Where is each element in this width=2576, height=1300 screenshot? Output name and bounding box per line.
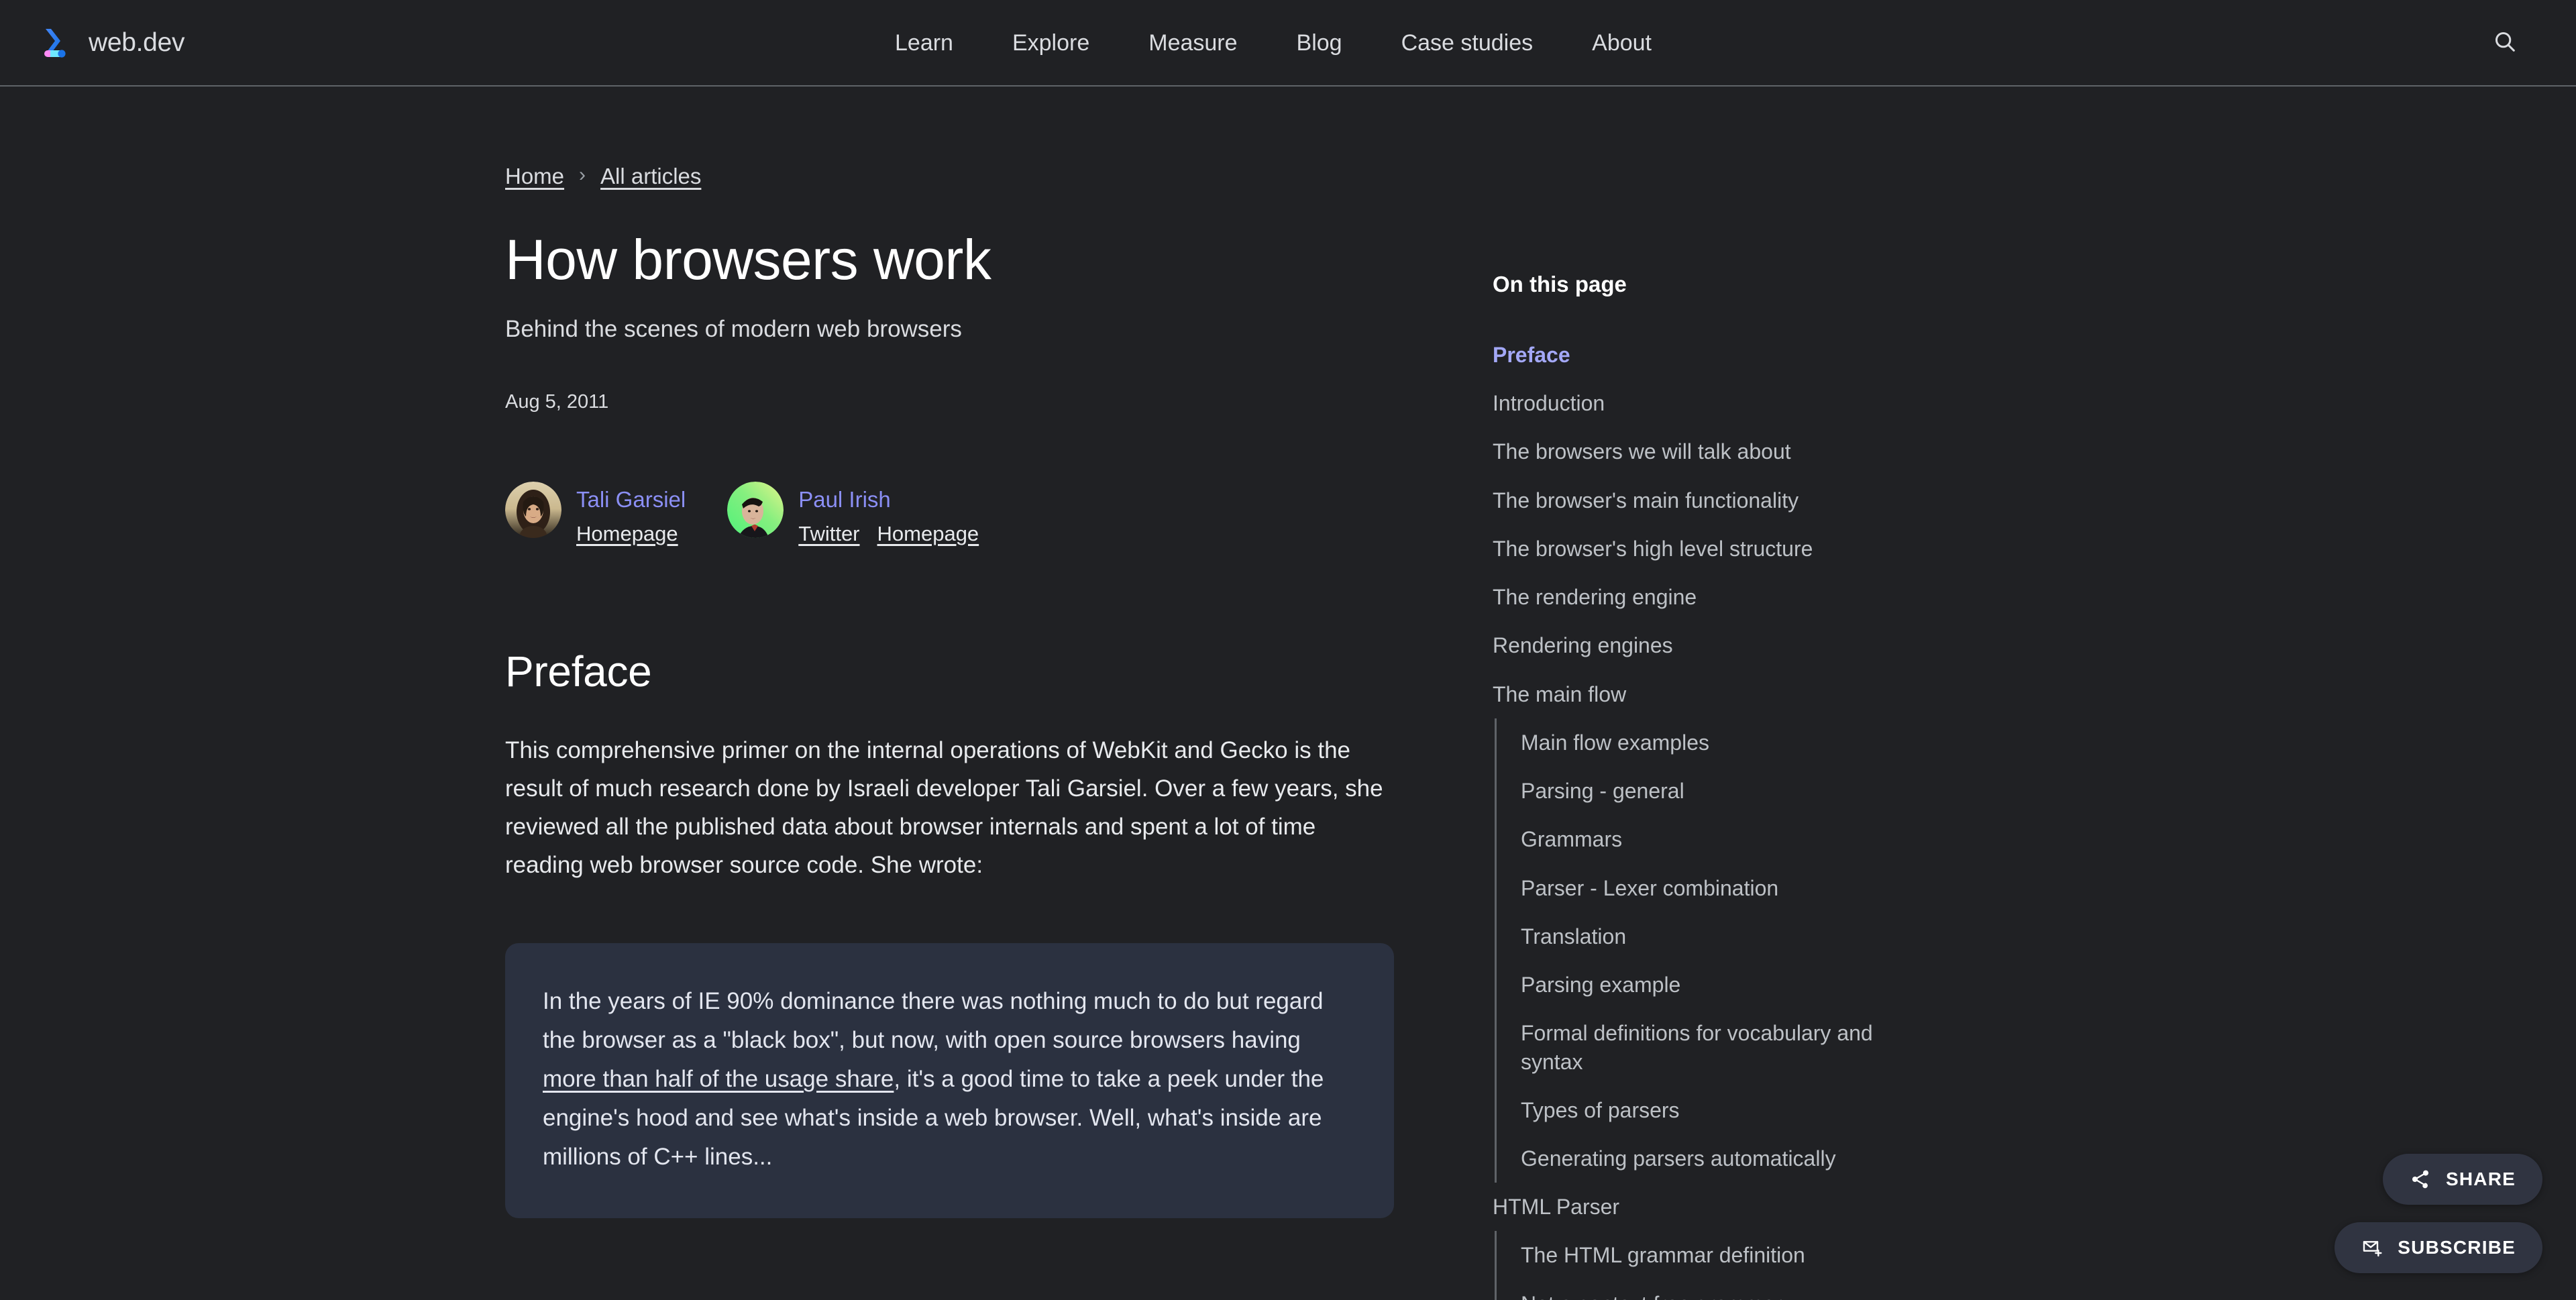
authors-list: Tali Garsiel Homepage Paul Irish Twitter… (505, 481, 1397, 546)
list-item: The browser's main functionality (1493, 476, 1922, 525)
toc-link-parser-lexer-combination[interactable]: Parser - Lexer combination (1521, 864, 1922, 912)
article-subtitle: Behind the scenes of modern web browsers (505, 315, 962, 342)
toc-sublist-main-flow: Main flow examples Parsing - general Gra… (1495, 718, 1922, 1183)
brand-home-link[interactable]: web.dev (38, 25, 184, 61)
list-item: Main flow examples (1521, 718, 1922, 767)
breadcrumb-item-all-articles[interactable]: All articles (600, 164, 701, 189)
toc-list: Preface Introduction The browsers we wil… (1493, 331, 1922, 1300)
preface-paragraph: This comprehensive primer on the interna… (505, 737, 1383, 878)
author-card: Tali Garsiel Homepage (505, 481, 686, 546)
webdev-logo-icon (38, 25, 74, 61)
toc-link-browsers-high-level-structure[interactable]: The browser's high level structure (1493, 525, 1922, 573)
avatar-tali-garsiel (505, 481, 561, 538)
list-item: Parsing example (1521, 961, 1922, 1009)
toc-link-not-a-context-free-grammar[interactable]: Not a context free grammar (1521, 1280, 1922, 1300)
avatar-paul-irish (727, 481, 784, 538)
list-item: The HTML grammar definition (1521, 1231, 1922, 1279)
floating-actions: SHARE SUBSCRIBE (2334, 1154, 2542, 1273)
list-item: Rendering engines (1493, 621, 1922, 669)
toc-link-introduction[interactable]: Introduction (1493, 379, 1922, 427)
list-item: The rendering engine (1493, 573, 1922, 621)
share-button-label: SHARE (2445, 1169, 2516, 1189)
toc-link-rendering-engines[interactable]: Rendering engines (1493, 621, 1922, 669)
list-item: Parsing - general (1521, 767, 1922, 815)
page-title: How browsers work (505, 228, 991, 291)
author-homepage-link[interactable]: Homepage (877, 522, 979, 546)
author-name-link[interactable]: Paul Irish (798, 487, 979, 512)
author-card: Paul Irish Twitter Homepage (727, 481, 979, 546)
search-icon (2492, 29, 2518, 56)
breadcrumb: Home › All articles (505, 164, 1397, 189)
list-item: Not a context free grammar (1521, 1280, 1922, 1300)
toc-link-parsing-general[interactable]: Parsing - general (1521, 767, 1922, 815)
toc-title: On this page (1493, 272, 1627, 296)
list-item: Translation (1521, 912, 1922, 961)
author-links: Homepage (576, 522, 686, 546)
quote-text: In the years of IE 90% dominance there w… (543, 982, 1356, 1177)
email-add-icon (2361, 1237, 2383, 1258)
site-header: web.dev Learn Explore Measure Blog Case … (0, 0, 2576, 87)
list-item: HTML Parser The HTML grammar definition … (1493, 1183, 1922, 1300)
toc-sublist-html-parser: The HTML grammar definition Not a contex… (1495, 1231, 1922, 1300)
share-icon (2410, 1169, 2431, 1190)
toc-link-parsing-example[interactable]: Parsing example (1521, 961, 1922, 1009)
pull-quote: In the years of IE 90% dominance there w… (505, 942, 1394, 1219)
section-heading-preface: Preface (505, 647, 652, 696)
search-button[interactable] (2479, 17, 2530, 68)
main-nav: Learn Explore Measure Blog Case studies … (865, 0, 1681, 87)
author-name-link[interactable]: Tali Garsiel (576, 487, 686, 512)
nav-item-blog[interactable]: Blog (1267, 30, 1372, 56)
article-column: Home › All articles How browsers work Be… (505, 87, 1397, 1300)
article-date: Aug 5, 2011 (505, 390, 609, 413)
subscribe-button-label: SUBSCRIBE (2398, 1237, 2516, 1258)
toc-link-browsers-main-functionality[interactable]: The browser's main functionality (1493, 476, 1922, 525)
list-item: Introduction (1493, 379, 1922, 427)
author-info: Tali Garsiel Homepage (576, 482, 686, 546)
author-homepage-link[interactable]: Homepage (576, 522, 678, 546)
list-item: The main flow Main flow examples Parsing… (1493, 670, 1922, 1183)
nav-item-case-studies[interactable]: Case studies (1372, 30, 1563, 56)
list-item: Types of parsers (1521, 1086, 1922, 1134)
toc-link-main-flow-examples[interactable]: Main flow examples (1521, 718, 1922, 767)
toc-link-generating-parsers-automatically[interactable]: Generating parsers automatically (1521, 1134, 1922, 1183)
toc-link-html-grammar-definition[interactable]: The HTML grammar definition (1521, 1231, 1922, 1279)
toc-link-html-parser[interactable]: HTML Parser (1493, 1183, 1922, 1231)
toc-link-the-main-flow[interactable]: The main flow (1493, 670, 1922, 718)
toc-link-translation[interactable]: Translation (1521, 912, 1922, 961)
list-item: The browser's high level structure (1493, 525, 1922, 573)
nav-item-learn[interactable]: Learn (865, 30, 983, 56)
list-item: Parser - Lexer combination (1521, 864, 1922, 912)
toc-link-formal-definitions[interactable]: Formal definitions for vocabulary and sy… (1521, 1009, 1922, 1085)
share-button[interactable]: SHARE (2382, 1154, 2542, 1205)
list-item: Generating parsers automatically (1521, 1134, 1922, 1183)
toc-link-grammars[interactable]: Grammars (1521, 815, 1922, 863)
subscribe-button[interactable]: SUBSCRIBE (2334, 1222, 2542, 1273)
list-item: Formal definitions for vocabulary and sy… (1521, 1009, 1922, 1085)
toc-link-types-of-parsers[interactable]: Types of parsers (1521, 1086, 1922, 1134)
author-links: Twitter Homepage (798, 522, 979, 546)
breadcrumb-item-home[interactable]: Home (505, 164, 564, 189)
nav-item-about[interactable]: About (1562, 30, 1681, 56)
author-info: Paul Irish Twitter Homepage (798, 482, 979, 546)
page-body: Home › All articles How browsers work Be… (0, 87, 2576, 1300)
nav-item-explore[interactable]: Explore (983, 30, 1119, 56)
quote-part-1: In the years of IE 90% dominance there w… (543, 987, 1324, 1053)
chevron-right-icon: › (579, 164, 586, 186)
toc-link-preface[interactable]: Preface (1493, 331, 1922, 379)
nav-item-measure[interactable]: Measure (1119, 30, 1267, 56)
list-item: The browsers we will talk about (1493, 427, 1922, 476)
author-twitter-link[interactable]: Twitter (798, 522, 859, 546)
quote-inline-link[interactable]: more than half of the usage share (543, 1066, 894, 1092)
brand-name: web.dev (89, 28, 185, 57)
list-item: Preface (1493, 331, 1922, 379)
list-item: Grammars (1521, 815, 1922, 863)
toc-link-browsers-we-will-talk-about[interactable]: The browsers we will talk about (1493, 427, 1922, 476)
on-this-page-sidebar: On this page Preface Introduction The br… (1493, 87, 1922, 1300)
toc-link-the-rendering-engine[interactable]: The rendering engine (1493, 573, 1922, 621)
